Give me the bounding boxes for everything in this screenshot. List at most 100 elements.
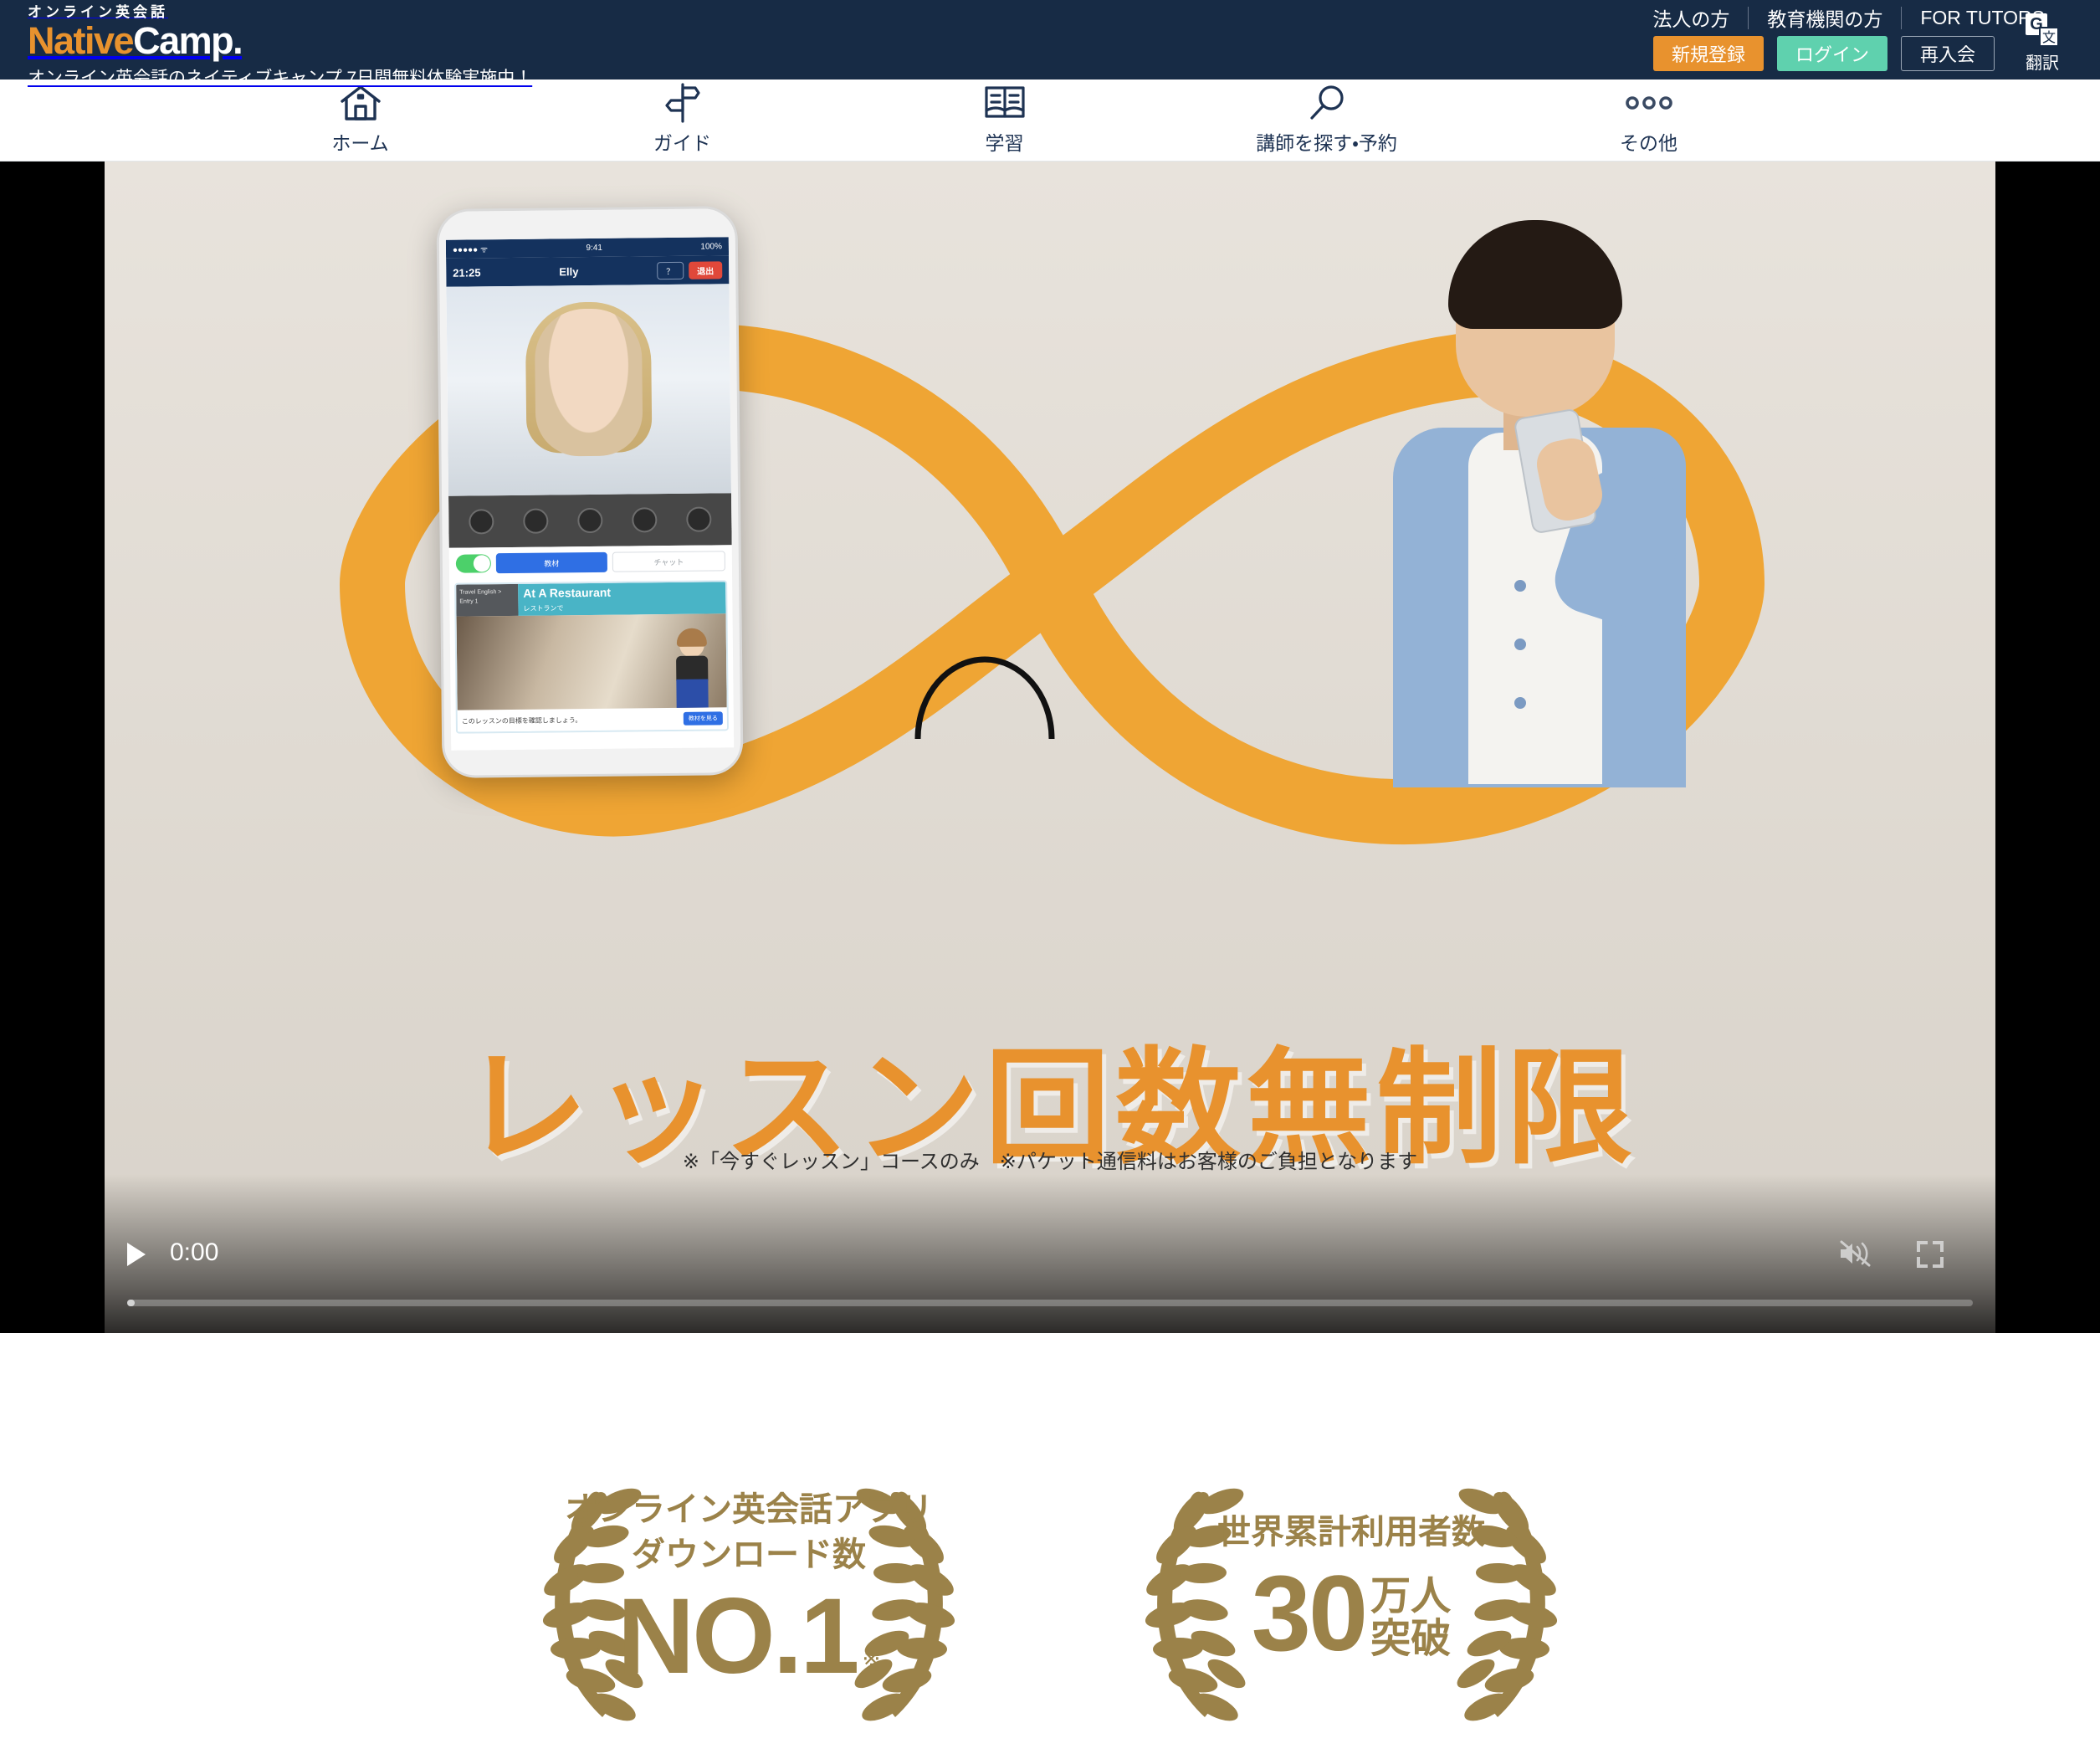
top-link-education[interactable]: 教育機関の方 bbox=[1749, 3, 1901, 32]
open-book-icon bbox=[843, 85, 1165, 121]
brand-tagline: オンライン英会話のネイティブキャンプ 7日間無料体験実施中！ bbox=[28, 68, 533, 88]
phone-lesson-course: Travel English > bbox=[459, 589, 502, 596]
nav-label-guide: ガイド bbox=[653, 132, 711, 154]
phone-mic-icon[interactable] bbox=[632, 507, 658, 533]
badge-title: オンライン英会話アプリ ダウンロード数 bbox=[565, 1487, 933, 1577]
phone-lesson-card[interactable]: Travel English > Entry 1 At A Restaurant… bbox=[454, 580, 729, 734]
badge-side-text: 万人 突破 bbox=[1370, 1573, 1452, 1662]
video-current-time: 0:00 bbox=[170, 1238, 219, 1266]
phone-tab-chat[interactable]: チャット bbox=[612, 551, 725, 572]
badge-title: 世界累計利用者数 bbox=[1217, 1510, 1485, 1555]
phone-notch bbox=[438, 208, 735, 240]
phone-lesson-titles: At A Restaurant レストランで bbox=[518, 582, 726, 616]
tutor-face bbox=[534, 308, 643, 457]
phone-call-controls bbox=[448, 493, 732, 548]
phone-tutor-name: Elly bbox=[559, 264, 579, 278]
badge-download-no1: オンライン英会話アプリ ダウンロード数 NO.1 ※ bbox=[502, 1433, 996, 1742]
cardigan-button bbox=[1514, 697, 1526, 709]
badge-users-30man: 世界累計利用者数 30 万人 突破 bbox=[1104, 1433, 1598, 1742]
phone-lesson-image bbox=[456, 613, 727, 710]
top-utility-links: 法人の方 教育機関の方 FOR TUTORS bbox=[1634, 3, 2063, 32]
play-icon[interactable] bbox=[127, 1243, 146, 1266]
phone-materials-icon[interactable] bbox=[468, 509, 494, 535]
man-hair bbox=[1448, 220, 1622, 329]
phone-lesson-bar: 21:25 Elly ？ 退出 bbox=[446, 255, 730, 287]
muted-volume-icon[interactable] bbox=[1838, 1239, 1872, 1268]
phone-call-timer: 21:25 bbox=[453, 265, 481, 279]
phone-lesson-goal-text: このレッスンの目標を確認しましょう。 bbox=[461, 715, 582, 726]
phone-status-time: 9:41 bbox=[586, 243, 602, 253]
award-badges-section: オンライン英会話アプリ ダウンロード数 NO.1 ※ 世界累計利用者数 30 万… bbox=[0, 1333, 2100, 1759]
nav-label-home: ホーム bbox=[331, 132, 389, 154]
phone-speaker-icon[interactable] bbox=[522, 508, 549, 534]
nav-item-guide[interactable]: ガイド bbox=[521, 83, 843, 156]
nav-label-find-tutor: 講師を探す・予約 bbox=[1256, 132, 1397, 154]
phone-help-chip[interactable]: ？ bbox=[657, 261, 684, 279]
hero-video-section: ●●●●● ᯤ 9:41 100% 21:25 Elly ？ 退出 教材 チャッ… bbox=[0, 162, 2100, 1333]
badge-side-line2: 突破 bbox=[1370, 1617, 1452, 1662]
rejoin-button[interactable]: 再入会 bbox=[1900, 36, 1995, 71]
badge-asterisk: ※ bbox=[862, 1646, 881, 1672]
brand-logo-native: Native bbox=[28, 18, 135, 62]
signup-button[interactable]: 新規登録 bbox=[1652, 36, 1764, 71]
brand-logo-camp: Camp. bbox=[133, 18, 243, 62]
waitress-illustration bbox=[669, 628, 715, 708]
badge-title-line1: 世界累計利用者数 bbox=[1217, 1513, 1485, 1551]
phone-lesson-breadcrumb: Travel English > Entry 1 bbox=[456, 583, 519, 617]
phone-toggle-switch[interactable] bbox=[455, 554, 492, 573]
phone-screen: ●●●●● ᯤ 9:41 100% 21:25 Elly ？ 退出 教材 チャッ… bbox=[445, 237, 735, 751]
google-translate-icon: G 文 bbox=[2026, 13, 2059, 47]
badge-value-row: 30 万人 突破 bbox=[1251, 1553, 1452, 1674]
video-player-controls: 0:00 bbox=[105, 1224, 1995, 1333]
ellipsis-icon bbox=[1488, 85, 1810, 121]
badge-title-line1: オンライン英会話アプリ bbox=[565, 1490, 933, 1528]
translate-label: 翻訳 bbox=[2026, 54, 2059, 73]
translate-icon-letter-bun: 文 bbox=[2039, 27, 2059, 47]
phone-lesson-card-header: Travel English > Entry 1 At A Restaurant… bbox=[456, 582, 726, 617]
phone-signal-dots: ●●●●● ᯤ bbox=[452, 245, 489, 255]
phone-lesson-subtitle: レストランで bbox=[523, 604, 564, 613]
nav-item-other[interactable]: その他 bbox=[1488, 85, 1810, 156]
phone-exit-chip[interactable]: 退出 bbox=[689, 260, 723, 279]
phone-tab-materials[interactable]: 教材 bbox=[495, 551, 608, 574]
video-progress-fill bbox=[127, 1300, 135, 1306]
brand-logo-link[interactable]: オンライン英会話 NativeCamp. オンライン英会話のネイティブキャンプ … bbox=[28, 4, 533, 90]
brand-logo: NativeCamp. bbox=[28, 22, 532, 59]
top-action-buttons: 新規登録 ログイン 再入会 bbox=[1652, 36, 1995, 71]
signpost-icon bbox=[521, 83, 843, 123]
top-header-bar: オンライン英会話 NativeCamp. オンライン英会話のネイティブキャンプ … bbox=[0, 0, 2100, 88]
phone-lesson-entry: Entry 1 bbox=[459, 597, 479, 605]
phone-lesson-title: At A Restaurant bbox=[523, 585, 612, 600]
badge-value-row: NO.1 ※ bbox=[617, 1576, 881, 1696]
phone-lesson-view-button[interactable]: 教材を見る bbox=[683, 711, 723, 726]
badge-title-line2: ダウンロード数 bbox=[632, 1536, 866, 1573]
nav-label-other: その他 bbox=[1620, 132, 1677, 154]
phone-settings-icon[interactable] bbox=[686, 506, 712, 532]
home-icon bbox=[199, 85, 521, 121]
cardigan-button bbox=[1514, 638, 1526, 650]
fullscreen-icon[interactable] bbox=[1917, 1241, 1944, 1268]
cardigan-button bbox=[1514, 580, 1526, 592]
nav-item-find-tutor[interactable]: 講師を探す・予約 bbox=[1165, 85, 1488, 156]
translate-widget[interactable]: G 文 翻訳 bbox=[2010, 13, 2075, 74]
nav-item-study[interactable]: 学習 bbox=[843, 85, 1165, 156]
login-button[interactable]: ログイン bbox=[1776, 36, 1887, 71]
badge-side-line1: 万人 bbox=[1370, 1573, 1452, 1618]
phone-camera-icon[interactable] bbox=[577, 507, 603, 534]
magnifier-icon bbox=[1165, 85, 1488, 121]
top-link-corporate[interactable]: 法人の方 bbox=[1634, 3, 1748, 32]
badge-number: 30 bbox=[1251, 1553, 1368, 1674]
phone-lesson-footer: このレッスンの目標を確認しましょう。 教材を見る bbox=[457, 707, 727, 732]
phone-tutor-video bbox=[446, 284, 732, 496]
phone-tab-row: 教材 チャット bbox=[448, 545, 733, 580]
badge-number: NO.1 bbox=[617, 1576, 860, 1696]
video-disclaimer: ※「今すぐレッスン」コースのみ ※パケット通信料はお客様のご負担となります bbox=[682, 1151, 1418, 1173]
main-navigation: ホーム ガイド 学習 講師を探す・予約 その他 bbox=[0, 79, 2100, 162]
phone-mockup: ●●●●● ᯤ 9:41 100% 21:25 Elly ？ 退出 教材 チャッ… bbox=[436, 206, 744, 778]
phone-status-battery: 100% bbox=[700, 241, 722, 252]
nav-label-study: 学習 bbox=[985, 132, 1024, 154]
nav-item-home[interactable]: ホーム bbox=[199, 85, 521, 156]
video-progress-bar[interactable] bbox=[127, 1300, 1973, 1306]
man-photo bbox=[1376, 220, 1744, 856]
video-player[interactable]: ●●●●● ᯤ 9:41 100% 21:25 Elly ？ 退出 教材 チャッ… bbox=[105, 162, 1995, 1333]
